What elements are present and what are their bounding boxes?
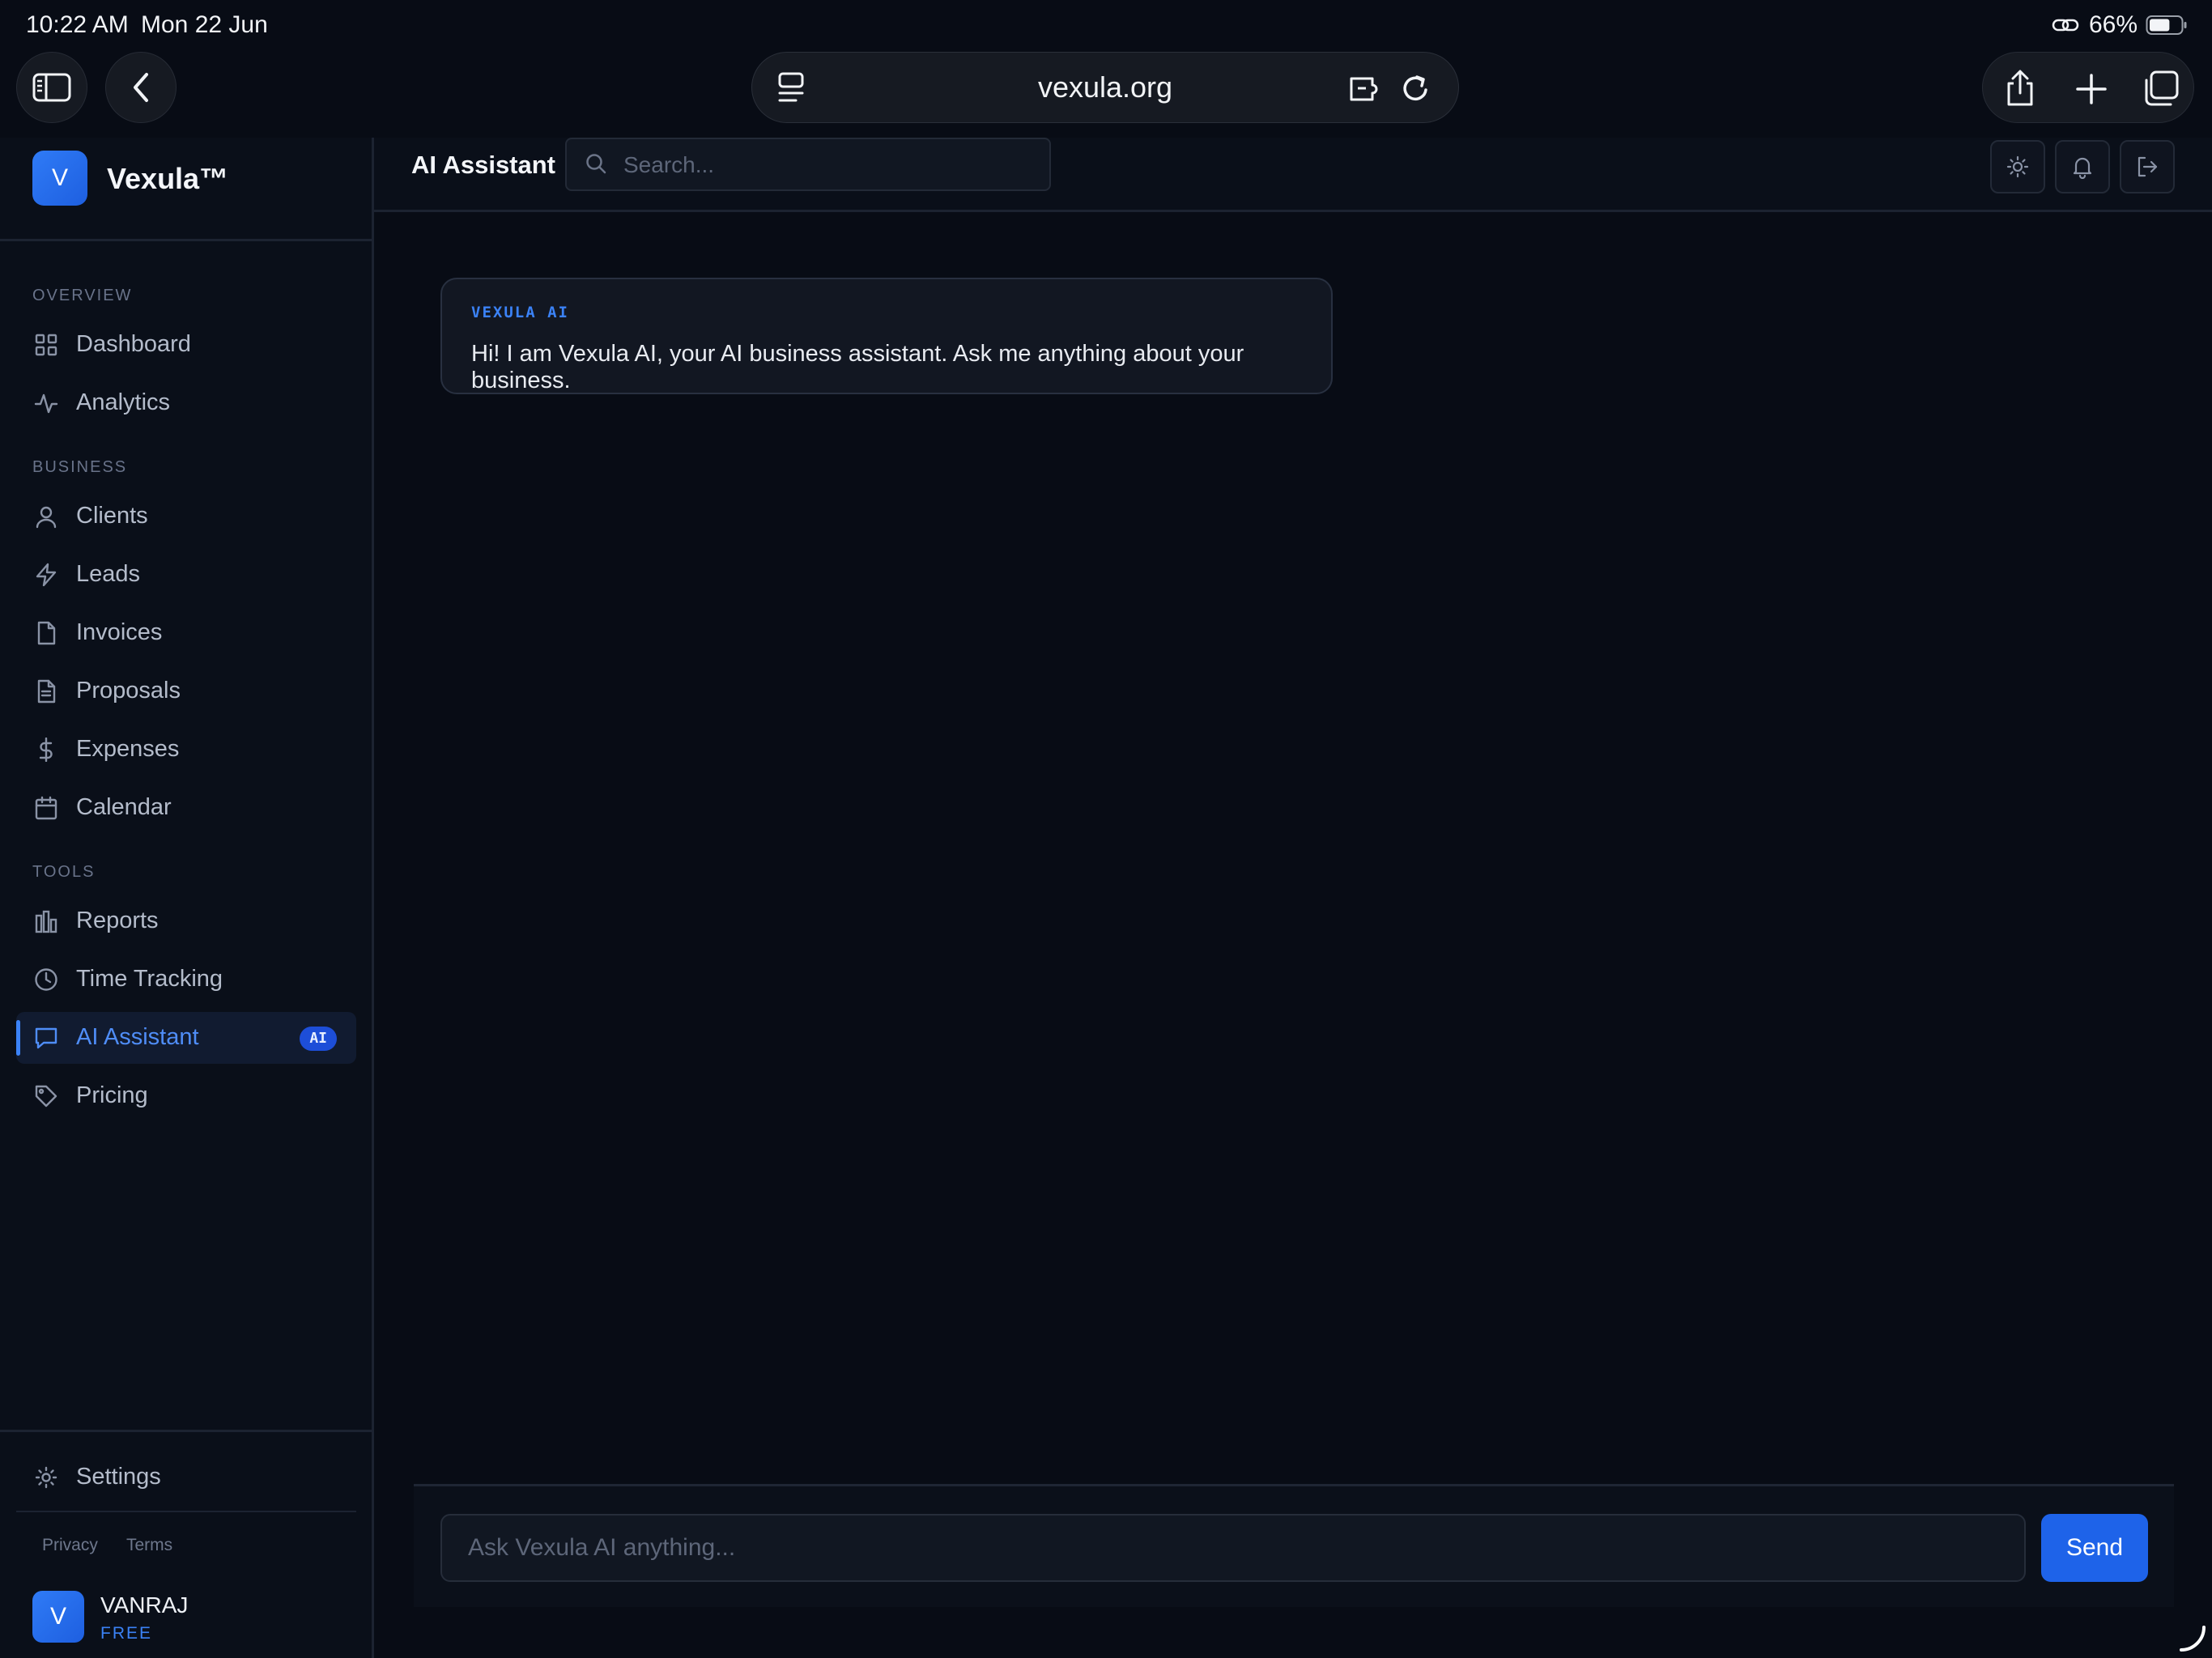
brand-name: Vexula™ — [107, 162, 229, 195]
brand[interactable]: V Vexula™ — [0, 138, 372, 241]
page-title: AI Assistant — [411, 151, 556, 179]
sidebar-toggle-button[interactable] — [16, 52, 87, 123]
section-overview: OVERVIEW — [32, 287, 133, 304]
user-name: VANRAJ — [100, 1592, 189, 1618]
sidebar-item-label: AI Assistant — [76, 1024, 199, 1050]
file-text-icon — [34, 679, 58, 704]
lightning-icon — [34, 563, 58, 587]
message-sender: VEXULA AI — [471, 304, 569, 321]
sidebar-item-label: Calendar — [76, 794, 172, 820]
tabs-icon[interactable] — [2142, 69, 2182, 108]
user-icon — [34, 504, 58, 529]
privacy-link[interactable]: Privacy — [42, 1536, 98, 1555]
resize-handle-icon[interactable] — [2176, 1622, 2209, 1655]
tab-actions-group — [1982, 52, 2194, 123]
battery-icon — [2146, 15, 2188, 36]
chevron-left-icon — [129, 71, 153, 104]
sidebar-item-label: Leads — [76, 561, 141, 587]
bar-chart-icon — [34, 909, 58, 933]
sidebar-item-reports[interactable]: Reports — [16, 895, 356, 947]
sidebar-item-expenses[interactable]: Expenses — [16, 724, 356, 776]
plus-icon[interactable] — [2074, 69, 2109, 108]
tag-icon — [34, 1084, 58, 1108]
send-button[interactable]: Send — [2041, 1514, 2148, 1582]
sidebar-item-label: Invoices — [76, 619, 163, 645]
message-icon — [34, 1026, 58, 1050]
sun-icon — [2006, 155, 2030, 179]
sidebar: V Vexula™ OVERVIEW Dashboard Analytics B… — [0, 138, 374, 1658]
sidebar-item-proposals[interactable]: Proposals — [16, 665, 356, 717]
status-date: Mon 22 Jun — [141, 11, 268, 38]
sidebar-item-ai-assistant[interactable]: AI Assistant AI — [16, 1012, 356, 1064]
clock-icon — [34, 967, 58, 992]
sidebar-item-label: Time Tracking — [76, 966, 223, 992]
sidebar-item-label: Settings — [76, 1464, 161, 1490]
status-bar: 10:22 AM Mon 22 Jun 66% — [0, 0, 2212, 52]
chat-composer: Send — [414, 1484, 2174, 1607]
sidebar-item-label: Clients — [76, 503, 148, 529]
sidebar-item-leads[interactable]: Leads — [16, 549, 356, 601]
sidebar-item-invoices[interactable]: Invoices — [16, 607, 356, 659]
sidebar-divider — [0, 1430, 372, 1432]
sidebar-icon — [32, 71, 72, 104]
file-icon — [34, 621, 58, 645]
address-bar[interactable]: vexula.org — [751, 52, 1459, 123]
extension-icon[interactable] — [1348, 70, 1385, 106]
search-input[interactable]: Search... — [565, 138, 1051, 191]
sidebar-item-calendar[interactable]: Calendar — [16, 782, 356, 834]
share-icon[interactable] — [2002, 69, 2038, 108]
calendar-icon — [34, 796, 58, 820]
sidebar-item-time-tracking[interactable]: Time Tracking — [16, 954, 356, 1005]
sidebar-item-label: Dashboard — [76, 331, 191, 357]
brand-logo: V — [32, 151, 87, 206]
sidebar-item-analytics[interactable]: Analytics — [16, 377, 356, 429]
ai-badge: AI — [300, 1027, 337, 1051]
search-icon — [585, 152, 609, 176]
notifications-button[interactable] — [2055, 140, 2110, 193]
sidebar-item-pricing[interactable]: Pricing — [16, 1070, 356, 1122]
sidebar-divider — [16, 1511, 356, 1512]
assistant-message: VEXULA AI Hi! I am Vexula AI, your AI bu… — [440, 278, 1333, 394]
section-tools: TOOLS — [32, 863, 96, 881]
sidebar-item-label: Expenses — [76, 736, 180, 762]
bell-icon — [2070, 155, 2095, 179]
dollar-icon — [34, 738, 58, 762]
activity-icon — [34, 391, 58, 415]
link-icon — [2052, 15, 2081, 35]
search-placeholder: Search... — [623, 152, 715, 177]
sidebar-item-label: Pricing — [76, 1082, 148, 1108]
avatar[interactable]: V — [32, 1591, 84, 1643]
gear-icon — [34, 1465, 58, 1490]
grid-icon — [34, 333, 58, 357]
browser-toolbar: vexula.org — [0, 52, 2212, 138]
terms-link[interactable]: Terms — [126, 1536, 172, 1555]
sidebar-item-clients[interactable]: Clients — [16, 491, 356, 542]
main-header: AI Assistant Search... — [374, 138, 2212, 212]
status-time: 10:22 AM — [26, 11, 129, 38]
sidebar-item-settings[interactable]: Settings — [16, 1452, 356, 1503]
user-plan: FREE — [100, 1624, 153, 1643]
logout-icon — [2135, 155, 2159, 179]
sidebar-item-dashboard[interactable]: Dashboard — [16, 319, 356, 371]
message-text: Hi! I am Vexula AI, your AI business ass… — [471, 341, 1244, 393]
chat-input[interactable] — [440, 1514, 2026, 1582]
status-indicators: 66% — [2052, 11, 2188, 39]
battery-percent: 66% — [2088, 11, 2138, 38]
theme-toggle-button[interactable] — [1990, 140, 2045, 193]
sidebar-item-label: Proposals — [76, 678, 181, 704]
section-business: BUSINESS — [32, 458, 128, 476]
sidebar-item-label: Reports — [76, 908, 159, 933]
reload-icon[interactable] — [1400, 70, 1432, 106]
logout-button[interactable] — [2120, 140, 2175, 193]
back-button[interactable] — [105, 52, 177, 123]
sidebar-item-label: Analytics — [76, 389, 171, 415]
